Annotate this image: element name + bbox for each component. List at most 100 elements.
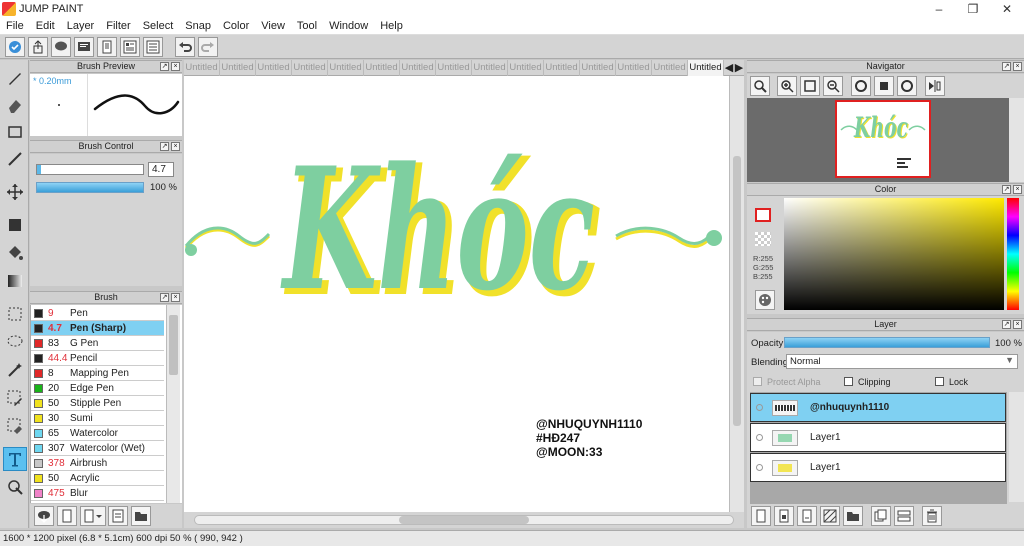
select-pen-tool-icon[interactable] (3, 386, 27, 410)
document-tab[interactable]: Untitled (544, 60, 580, 76)
visibility-icon[interactable] (756, 404, 763, 411)
visibility-icon[interactable] (756, 434, 763, 441)
document-tab[interactable]: Untitled (256, 60, 292, 76)
layer-list-scrollbar[interactable] (1009, 392, 1024, 502)
layer-row[interactable]: Layer1 (750, 453, 1006, 482)
document-tab[interactable]: Untitled (364, 60, 400, 76)
brush-settings-icon[interactable] (108, 506, 128, 526)
brush-item[interactable]: 8 Mapping Pen (31, 366, 164, 381)
brush-item[interactable]: 378 Airbrush (31, 456, 164, 471)
comment-icon[interactable] (51, 36, 71, 57)
menu-filter[interactable]: Filter (100, 20, 136, 32)
panel-close-icon[interactable]: × (1013, 62, 1022, 71)
brush-item[interactable]: 50 Acrylic (31, 471, 164, 486)
new-8bit-layer-icon[interactable] (774, 506, 794, 526)
new-1bit-layer-icon[interactable] (797, 506, 817, 526)
tab-scroll-right-icon[interactable]: ▶ (734, 60, 744, 75)
panel-close-icon[interactable]: × (1013, 320, 1022, 329)
redo-icon[interactable] (198, 36, 218, 57)
clipping-checkbox[interactable] (844, 377, 853, 386)
panel-close-icon[interactable]: × (171, 293, 180, 302)
menu-color[interactable]: Color (217, 20, 255, 32)
undock-icon[interactable]: ↗ (1002, 185, 1011, 194)
canvas-vertical-scrollbar[interactable] (729, 76, 744, 512)
cloud-sync-icon[interactable] (5, 36, 25, 57)
menu-view[interactable]: View (255, 20, 291, 32)
merge-layer-icon[interactable] (894, 506, 914, 526)
drawing-canvas[interactable]: Khóc Khóc @NHUQUYNH1110 #HĐ247 @MOON:33 (184, 76, 729, 512)
panel-close-icon[interactable]: × (171, 62, 180, 71)
document-tab[interactable]: Untitled (292, 60, 328, 76)
rect-select-tool-icon[interactable] (3, 302, 27, 326)
document-tab[interactable]: Untitled (580, 60, 616, 76)
new-layer-icon[interactable] (751, 506, 771, 526)
zoom-out-icon[interactable] (823, 76, 843, 96)
brush-item[interactable]: 9 Pen (31, 306, 164, 321)
brush-item[interactable]: 20 Edge Pen (31, 381, 164, 396)
menu-file[interactable]: File (0, 20, 30, 32)
menu-window[interactable]: Window (323, 20, 374, 32)
move-tool-icon[interactable] (3, 180, 27, 204)
minimize-icon[interactable]: – (922, 0, 956, 17)
close-icon[interactable]: ✕ (990, 0, 1024, 17)
protect-alpha-checkbox[interactable] (753, 377, 762, 386)
document-tab[interactable]: Untitled (400, 60, 436, 76)
brush-item[interactable]: 30 Sumi (31, 411, 164, 426)
foreground-color-swatch[interactable] (755, 208, 771, 222)
text-tool-icon[interactable] (3, 447, 27, 471)
magic-wand-tool-icon[interactable] (3, 358, 27, 382)
menu-tool[interactable]: Tool (291, 20, 323, 32)
flip-horizontal-icon[interactable] (925, 76, 945, 96)
brush-item[interactable]: 83 G Pen (31, 336, 164, 351)
brush-opacity-slider[interactable] (36, 182, 144, 193)
document-tab[interactable]: Untitled (328, 60, 364, 76)
navigator-scrollbar[interactable] (1009, 98, 1024, 182)
lock-checkbox[interactable] (935, 377, 944, 386)
hue-slider[interactable] (1007, 198, 1019, 310)
rotate-reset-icon[interactable] (874, 76, 894, 96)
layer-folder-icon[interactable] (843, 506, 863, 526)
new-brush-icon[interactable] (57, 506, 77, 526)
visibility-icon[interactable] (756, 464, 763, 471)
undock-icon[interactable]: ↗ (160, 62, 169, 71)
document-tab[interactable]: Untitled (688, 60, 724, 76)
brush-item[interactable]: 65 Watercolor (31, 426, 164, 441)
brush-size-slider[interactable] (36, 164, 144, 175)
zoom-search-icon[interactable] (750, 76, 770, 96)
operation-tool-icon[interactable] (3, 475, 27, 499)
saturation-value-picker[interactable] (784, 198, 1004, 310)
menu-layer[interactable]: Layer (61, 20, 101, 32)
document-tab[interactable]: Untitled (220, 60, 256, 76)
brush-folder-icon[interactable] (131, 506, 151, 526)
share-icon[interactable] (28, 36, 48, 57)
panel-close-icon[interactable]: × (1013, 185, 1022, 194)
tab-scroll-left-icon[interactable]: ◀ (724, 60, 734, 75)
document-tab[interactable]: Untitled (184, 60, 220, 76)
layer-row[interactable]: Layer1 (750, 423, 1006, 452)
layer-row[interactable]: @nhuquynh1110 (750, 393, 1006, 422)
panel-close-icon[interactable]: × (171, 142, 180, 151)
eraser-tool-icon[interactable] (3, 93, 27, 117)
menu-select[interactable]: Select (137, 20, 180, 32)
brush-download-icon[interactable] (34, 506, 54, 526)
message-icon[interactable] (74, 36, 94, 57)
fit-screen-icon[interactable] (800, 76, 820, 96)
page-layout-icon[interactable] (120, 36, 140, 57)
brush-size-input[interactable]: 4.7 (148, 162, 174, 177)
halftone-layer-icon[interactable] (820, 506, 840, 526)
delete-layer-icon[interactable] (922, 506, 942, 526)
undock-icon[interactable]: ↗ (1002, 62, 1011, 71)
fill-rectangle-tool-icon[interactable] (3, 213, 27, 237)
line-tool-icon[interactable] (3, 147, 27, 171)
rotate-right-icon[interactable] (897, 76, 917, 96)
canvas-horizontal-scrollbar[interactable] (184, 512, 744, 528)
pen-tool-icon[interactable] (3, 66, 27, 90)
brush-item[interactable]: 307 Watercolor (Wet) (31, 441, 164, 456)
document-tab[interactable]: Untitled (508, 60, 544, 76)
menu-snap[interactable]: Snap (179, 20, 217, 32)
brush-item[interactable]: 475 Blur (31, 486, 164, 501)
brush-item[interactable]: 4.7 Pen (Sharp) (31, 321, 164, 336)
undock-icon[interactable]: ↗ (160, 142, 169, 151)
document-tab[interactable]: Untitled (472, 60, 508, 76)
zoom-in-icon[interactable] (777, 76, 797, 96)
